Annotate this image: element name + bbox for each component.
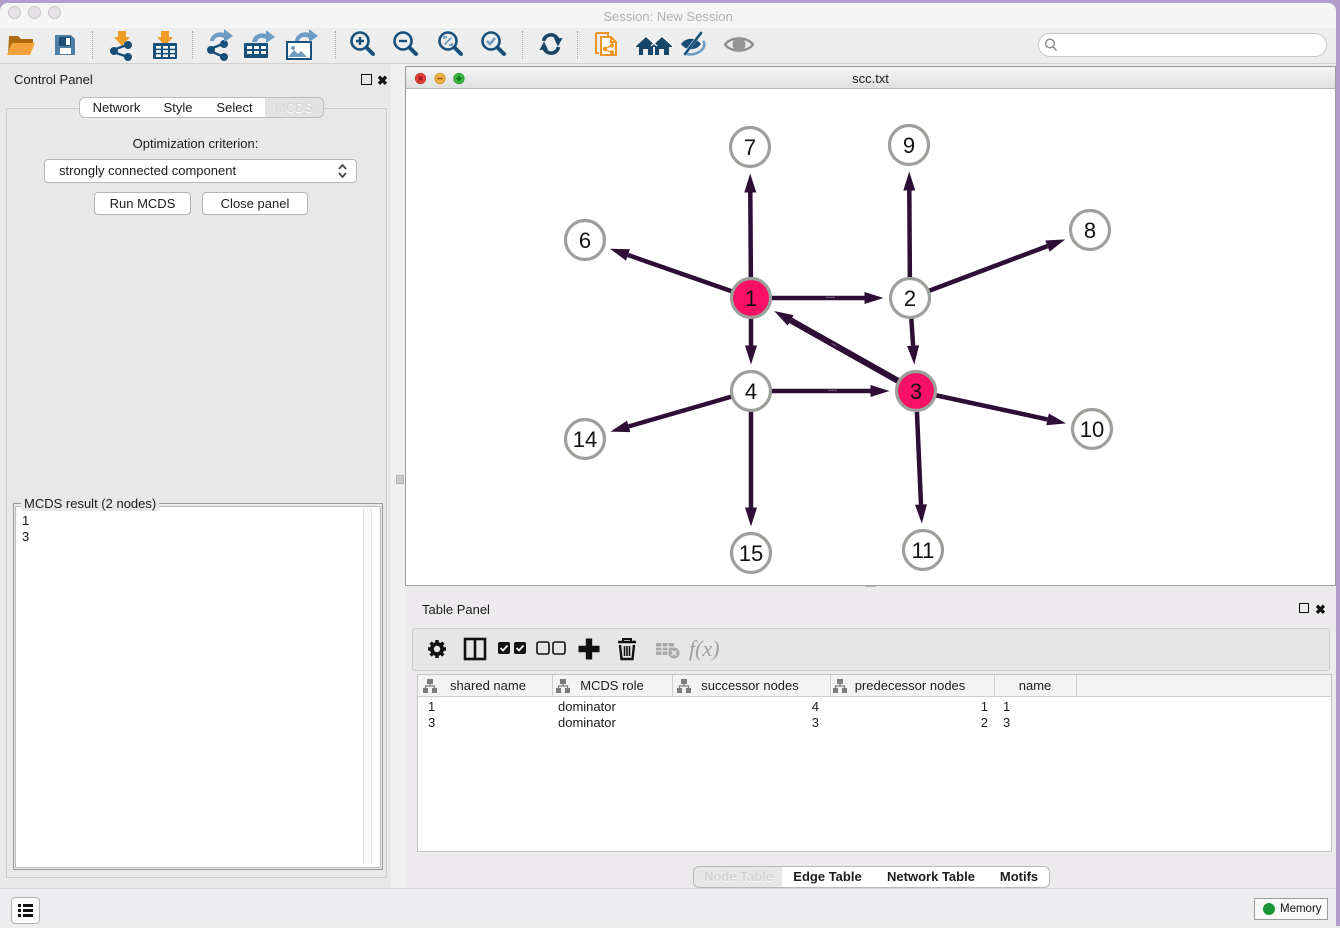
svg-text:shared name: shared name (450, 678, 526, 693)
svg-text:1: 1 (428, 699, 435, 714)
svg-text:3: 3 (428, 715, 435, 730)
svg-text:dominator: dominator (558, 699, 616, 714)
svg-text:10: 10 (1080, 417, 1104, 442)
svg-text:1: 1 (1003, 699, 1010, 714)
svg-text:3: 3 (1003, 715, 1010, 730)
svg-text:3: 3 (910, 379, 922, 404)
svg-text:2: 2 (981, 715, 988, 730)
svg-text:1: 1 (745, 286, 757, 311)
svg-text:6: 6 (579, 228, 591, 253)
svg-text:dominator: dominator (558, 715, 616, 730)
svg-text:f(x): f(x) (689, 636, 720, 661)
svg-text:successor nodes: successor nodes (701, 678, 799, 693)
svg-text:name: name (1019, 678, 1052, 693)
svg-text:MCDS role: MCDS role (580, 678, 644, 693)
svg-text:15: 15 (739, 541, 763, 566)
svg-text:1: 1 (981, 699, 988, 714)
svg-text:4: 4 (745, 379, 757, 404)
svg-text:3: 3 (812, 715, 819, 730)
svg-text:9: 9 (903, 133, 915, 158)
svg-text:7: 7 (744, 135, 756, 160)
svg-text:8: 8 (1084, 218, 1096, 243)
svg-text:2: 2 (904, 286, 916, 311)
svg-text:14: 14 (573, 427, 597, 452)
svg-text:4: 4 (812, 699, 819, 714)
svg-text:11: 11 (912, 538, 935, 563)
svg-text:predecessor nodes: predecessor nodes (855, 678, 966, 693)
